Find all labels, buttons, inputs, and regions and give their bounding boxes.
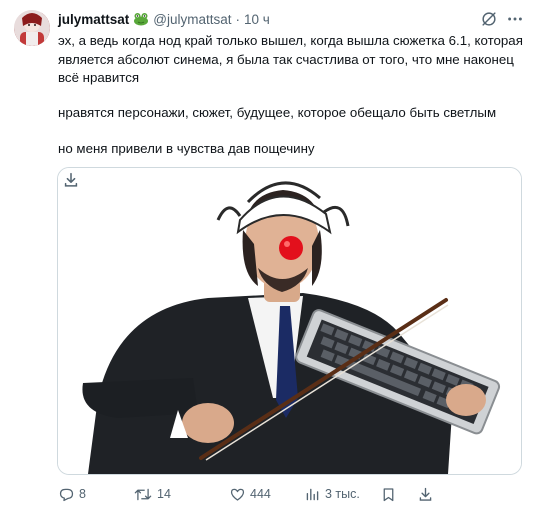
avatar[interactable] (14, 10, 50, 46)
share-icon (419, 487, 432, 501)
like-count: 444 (250, 487, 271, 501)
more-icon[interactable] (506, 10, 524, 28)
grok-icon[interactable] (480, 10, 498, 28)
views-count: 3 тыс. (325, 487, 360, 501)
views-icon (306, 488, 319, 500)
views-button[interactable]: 3 тыс. (304, 484, 360, 504)
repost-icon (134, 488, 152, 500)
avatar-image (14, 10, 50, 46)
tweet-text-paragraph-1: эх, а ведь когда нод край только вышел, … (58, 33, 523, 85)
share-button[interactable] (417, 484, 438, 504)
like-button[interactable]: 444 (229, 484, 271, 504)
user-handle[interactable]: @julymattsat (153, 12, 231, 27)
bookmark-icon (383, 487, 394, 501)
timestamp[interactable]: 10 ч (244, 12, 270, 27)
tweet-header: julymattsat @julymattsat · 10 ч (58, 9, 270, 29)
display-name[interactable]: julymattsat (58, 12, 129, 27)
tweet-text-paragraph-3: но меня привели в чувства дав пощечину (58, 141, 315, 156)
frog-emoji-icon (133, 12, 149, 26)
repost-button[interactable]: 14 (133, 484, 171, 504)
tweet-media[interactable] (57, 167, 522, 475)
tweet[interactable]: julymattsat @julymattsat · 10 ч эх, а ве… (0, 0, 535, 514)
repost-count: 14 (157, 487, 171, 501)
header-separator: · (235, 11, 241, 27)
action-bar: 8 14 444 3 тыс. (0, 484, 535, 504)
reply-icon (59, 488, 74, 501)
heart-icon (230, 488, 245, 501)
clown-violin-keyboard-photo (58, 168, 521, 474)
download-icon[interactable] (62, 171, 80, 189)
reply-button[interactable]: 8 (58, 484, 86, 504)
bookmark-button[interactable] (380, 484, 401, 504)
tweet-text-paragraph-2: нравятся персонажи, сюжет, будущее, кото… (58, 105, 497, 120)
reply-count: 8 (79, 487, 86, 501)
